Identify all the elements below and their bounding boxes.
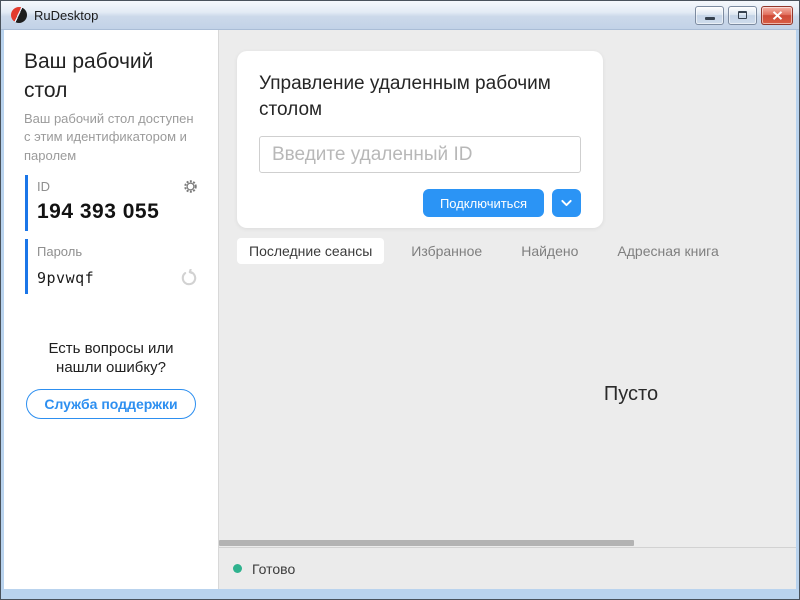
scrollbar-thumb[interactable] bbox=[219, 540, 634, 546]
gear-icon bbox=[183, 179, 198, 194]
empty-state-label: Пусто bbox=[604, 383, 658, 406]
support-button[interactable]: Служба поддержки bbox=[26, 389, 195, 419]
card-actions: Подключиться bbox=[259, 189, 581, 217]
session-tabs: Последние сеансы Избранное Найдено Адрес… bbox=[237, 237, 796, 265]
remote-control-card: Управление удаленным рабочим столом Подк… bbox=[237, 51, 603, 228]
close-button[interactable] bbox=[761, 6, 793, 25]
status-dot bbox=[233, 564, 242, 573]
rudesktop-logo-icon bbox=[11, 7, 27, 23]
window-title: RuDesktop bbox=[34, 8, 98, 23]
password-value: 9pvwqf bbox=[37, 269, 94, 287]
password-label: Пароль bbox=[37, 244, 82, 259]
sidebar-heading: Ваш рабочий стол bbox=[24, 48, 198, 106]
maximize-button[interactable] bbox=[728, 6, 757, 25]
connect-options-button[interactable] bbox=[552, 189, 581, 217]
refresh-icon bbox=[180, 269, 198, 287]
connect-button[interactable]: Подключиться bbox=[423, 189, 544, 217]
minimize-icon bbox=[705, 17, 715, 20]
regenerate-password-button[interactable] bbox=[180, 269, 198, 287]
chevron-down-icon bbox=[559, 196, 574, 210]
status-text: Готово bbox=[252, 561, 295, 577]
support-question: Есть вопросы или нашли ошибку? bbox=[24, 339, 198, 377]
window-controls bbox=[695, 6, 793, 25]
password-block: Пароль 9pvwqf bbox=[25, 239, 198, 294]
app-window: RuDesktop Ваш рабочий стол Ваш рабочий с… bbox=[0, 0, 800, 600]
card-title: Управление удаленным рабочим столом bbox=[259, 71, 581, 123]
maximize-icon bbox=[738, 11, 747, 19]
settings-button[interactable] bbox=[183, 179, 198, 194]
app-body: Ваш рабочий стол Ваш рабочий стол доступ… bbox=[4, 30, 796, 589]
tab-discovered[interactable]: Найдено bbox=[509, 238, 590, 264]
desktop-id-value: 194 393 055 bbox=[37, 200, 198, 224]
tab-favorites[interactable]: Избранное bbox=[399, 238, 494, 264]
statusbar: Готово bbox=[219, 547, 796, 589]
id-block: ID 194 393 055 bbox=[25, 175, 198, 231]
horizontal-scrollbar[interactable] bbox=[219, 539, 796, 547]
tab-address-book[interactable]: Адресная книга bbox=[605, 238, 730, 264]
remote-id-input[interactable] bbox=[259, 136, 581, 173]
sidebar: Ваш рабочий стол Ваш рабочий стол доступ… bbox=[4, 30, 219, 589]
support-section: Есть вопросы или нашли ошибку? Служба по… bbox=[24, 339, 198, 419]
minimize-button[interactable] bbox=[695, 6, 724, 25]
sidebar-description: Ваш рабочий стол доступен с этим идентиф… bbox=[24, 110, 198, 165]
tab-content: Пусто bbox=[219, 265, 796, 539]
titlebar[interactable]: RuDesktop bbox=[1, 1, 799, 30]
tab-recent-sessions[interactable]: Последние сеансы bbox=[237, 238, 384, 264]
main-panel: Управление удаленным рабочим столом Подк… bbox=[219, 30, 796, 589]
id-label: ID bbox=[37, 179, 50, 194]
close-icon bbox=[772, 11, 783, 20]
